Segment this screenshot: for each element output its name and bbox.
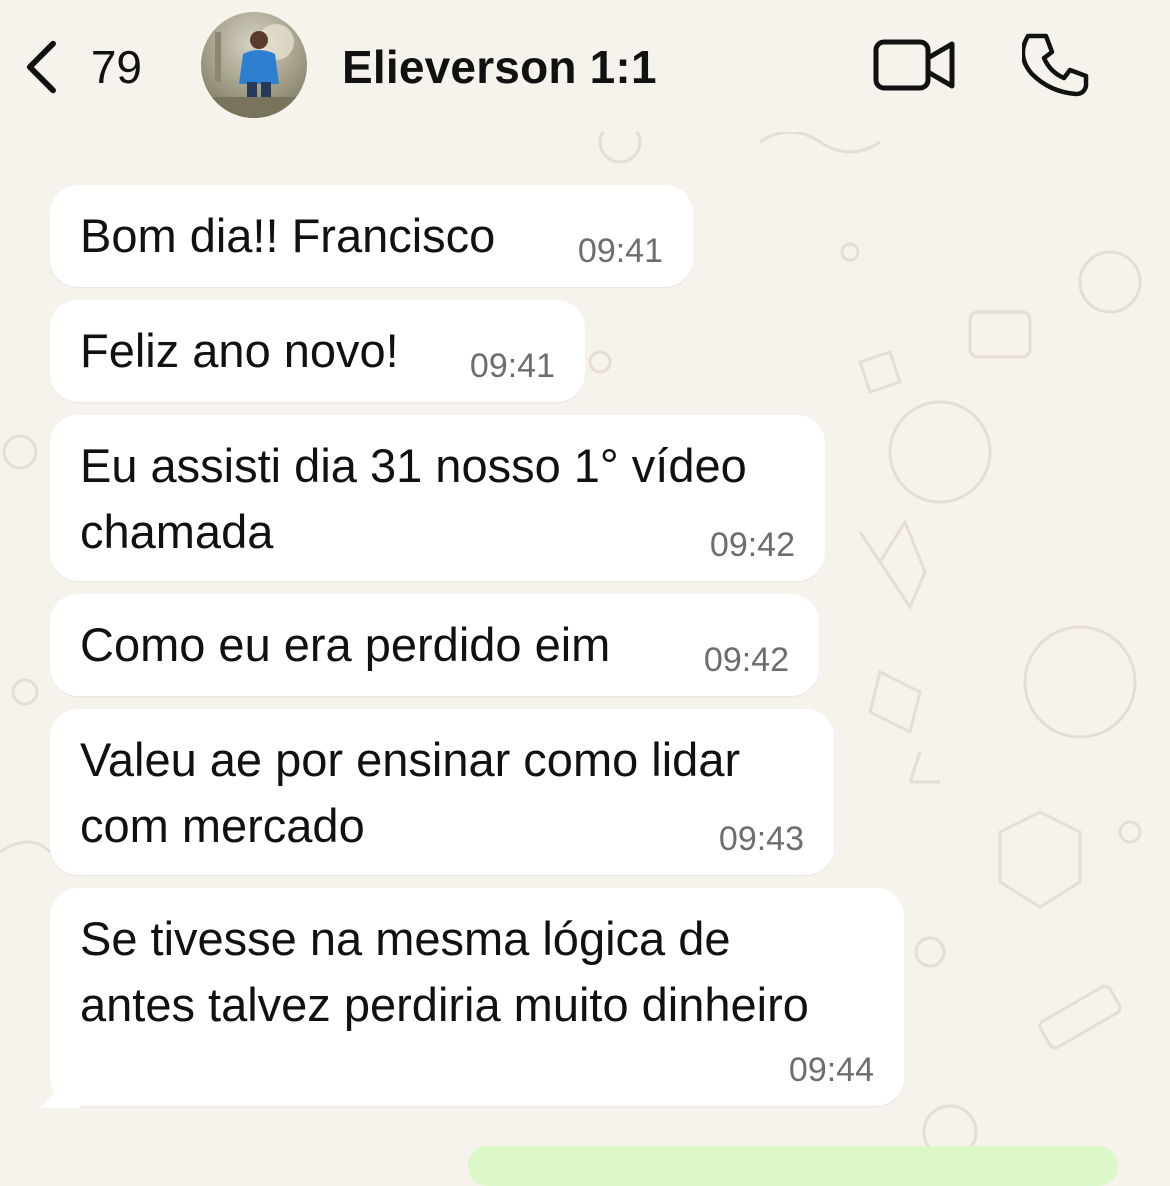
- outgoing-message-bubble[interactable]: [468, 1146, 1118, 1186]
- message-bubble[interactable]: Como eu era perdido eim 09:42: [50, 594, 819, 696]
- chevron-left-icon: [26, 40, 56, 94]
- message-time: 09:44: [788, 1051, 874, 1089]
- message-list: Bom dia!! Francisco 09:41 Feliz ano novo…: [0, 0, 1170, 1186]
- chat-header: 79 Elieverson 1:1: [0, 0, 1170, 132]
- message-text: Valeu ae por ensinar como lidar com merc…: [80, 733, 741, 852]
- message-time: 09:41: [469, 347, 555, 385]
- message-bubble[interactable]: Valeu ae por ensinar como lidar com merc…: [50, 709, 834, 875]
- message-bubble[interactable]: Feliz ano novo! 09:41: [50, 300, 585, 402]
- unread-count: 79: [90, 41, 142, 93]
- message-bubble[interactable]: Se tivesse na mesma lógica de antes talv…: [50, 888, 904, 1106]
- message-time: 09:42: [709, 526, 795, 564]
- message-text: Se tivesse na mesma lógica de antes talv…: [80, 912, 809, 1031]
- bubble-tail: [36, 1062, 80, 1108]
- message-text: Como eu era perdido eim: [80, 618, 611, 671]
- voice-call-button[interactable]: [1022, 30, 1090, 98]
- video-call-button[interactable]: [872, 36, 956, 94]
- message-text: Feliz ano novo!: [80, 324, 399, 377]
- message-text: Eu assisti dia 31 nosso 1° vídeo chamada: [80, 439, 747, 558]
- avatar-photo: [201, 24, 307, 118]
- contact-avatar[interactable]: [201, 12, 307, 118]
- message-time: 09:41: [577, 232, 663, 270]
- phone-icon: [1022, 33, 1089, 97]
- video-camera-icon: [873, 39, 955, 91]
- contact-name[interactable]: Elieverson 1:1: [342, 40, 657, 94]
- message-bubble[interactable]: Eu assisti dia 31 nosso 1° vídeo chamada…: [50, 415, 825, 581]
- message-bubble[interactable]: Bom dia!! Francisco 09:41: [50, 185, 693, 287]
- message-text: Bom dia!! Francisco: [80, 209, 496, 262]
- back-button[interactable]: 79: [22, 36, 142, 98]
- message-time: 09:42: [703, 641, 789, 679]
- message-time: 09:43: [718, 820, 804, 858]
